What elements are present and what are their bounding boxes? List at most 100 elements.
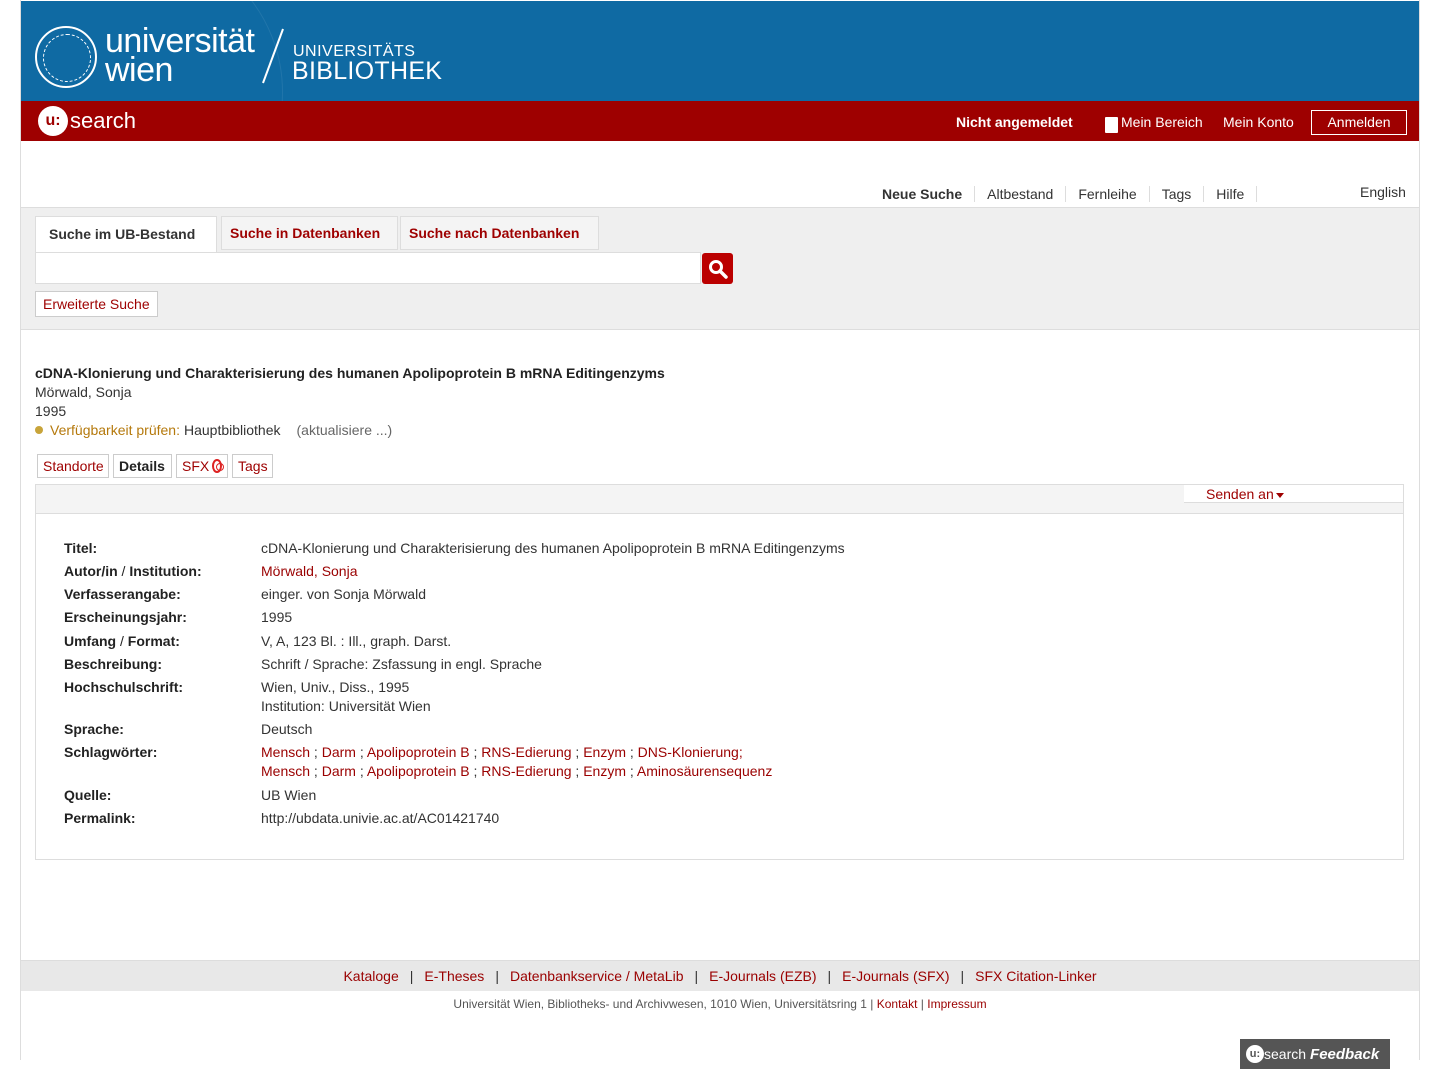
clipboard-icon: [1105, 117, 1118, 133]
footer-link-etheses[interactable]: E-Theses: [424, 968, 484, 984]
tab-sfx[interactable]: SFX: [176, 454, 228, 478]
subject-link[interactable]: Darm: [322, 744, 356, 760]
subject-link[interactable]: Mensch: [261, 744, 310, 760]
footer-separator: |: [495, 968, 499, 984]
detail-label-schlagwoerter: Schlagwörter:: [64, 744, 158, 760]
tab-tags[interactable]: Tags: [232, 454, 273, 478]
subject-separator: ;: [473, 744, 478, 760]
availability: Verfügbarkeit prüfen: Hauptbibliothek (a…: [35, 422, 392, 438]
nav-hilfe[interactable]: Hilfe: [1204, 186, 1258, 202]
subject-link[interactable]: Enzym: [583, 744, 626, 760]
availability-status-icon: [35, 426, 43, 434]
footer-separator: |: [694, 968, 699, 984]
detail-value-sprache: Deutsch: [261, 721, 313, 737]
tab-nach-datenbanken[interactable]: Suche nach Datenbanken: [400, 216, 599, 250]
detail-label-autor-b: Institution:: [129, 563, 202, 579]
subject-link[interactable]: RNS-Edierung: [481, 763, 571, 779]
detail-value-titel: cDNA-Klonierung und Charakterisierung de…: [261, 540, 845, 556]
subject-link[interactable]: Mensch: [261, 763, 310, 779]
footer-impressum-link[interactable]: Impressum: [927, 997, 986, 1011]
detail-value-jahr: 1995: [261, 609, 293, 625]
detail-value-permalink[interactable]: http://ubdata.univie.ac.at/AC01421740: [261, 810, 499, 826]
footer-separator: |: [409, 968, 414, 984]
detail-label-beschreibung: Beschreibung:: [64, 656, 163, 672]
footer-link-kataloge[interactable]: Kataloge: [343, 968, 398, 984]
footer-links: Kataloge | E-Theses | Datenbankservice / M…: [21, 960, 1419, 991]
subject-separator: ;: [313, 744, 318, 760]
advanced-search-button[interactable]: Erweiterte Suche: [35, 291, 158, 317]
feedback-search-text: search: [1264, 1046, 1307, 1062]
subject-link[interactable]: Aminosäurensequenz: [637, 763, 772, 779]
subject-link[interactable]: RNS-Edierung: [481, 744, 571, 760]
subject-link[interactable]: Apolipoprotein B: [367, 763, 470, 779]
footer-link-metalib[interactable]: Datenbankservice / MetaLib: [510, 968, 684, 984]
university-logo-text[interactable]: universität wien: [105, 24, 265, 87]
mein-konto-link[interactable]: Mein Konto: [1223, 114, 1294, 130]
tab-nach-datenbanken-label: Suche nach Datenbanken: [409, 225, 580, 241]
footer-link-ezb[interactable]: E-Journals (EZB): [709, 968, 816, 984]
availability-updating: (aktualisiere ...): [296, 422, 393, 438]
search-icon: [708, 259, 728, 279]
university-seal-icon[interactable]: [35, 26, 97, 88]
feedback-button[interactable]: u: search Feedback: [1240, 1039, 1390, 1069]
detail-label-sprache: Sprache:: [64, 721, 124, 737]
tab-standorte-label: Standorte: [43, 458, 104, 474]
anmelden-button[interactable]: Anmelden: [1311, 110, 1407, 135]
subject-separator: ;: [473, 763, 478, 779]
footer-link-citation-linker[interactable]: SFX Citation-Linker: [975, 968, 1096, 984]
footer-link-sfx[interactable]: E-Journals (SFX): [842, 968, 949, 984]
nav-fernleihe[interactable]: Fernleihe: [1066, 186, 1150, 202]
detail-value-hochschulschrift-2: Institution: Universität Wien: [261, 698, 431, 714]
footer-address-text: Universität Wien, Bibliotheks- und Archi…: [453, 997, 867, 1011]
availability-check-link[interactable]: Verfügbarkeit prüfen:: [50, 422, 180, 438]
language-switch[interactable]: English: [1360, 184, 1406, 200]
detail-value-verfasser: einger. von Sonja Mörwald: [261, 586, 426, 602]
nav-tags[interactable]: Tags: [1150, 186, 1205, 202]
subject-separator: ;: [629, 744, 634, 760]
subject-row-1: Mensch ; Darm ; Apolipoprotein B ; RNS-E…: [261, 744, 743, 760]
send-to-label: Senden an: [1206, 486, 1274, 502]
author-firstname-link[interactable]: Sonja: [322, 563, 358, 579]
nav-neue-suche[interactable]: Neue Suche: [870, 186, 976, 202]
detail-label-autor-sep: /: [117, 563, 130, 579]
usearch-logo-text: search: [70, 108, 137, 133]
top-nav: Neue Suche Altbestand Fernleihe Tags Hil…: [870, 186, 1258, 202]
search-input[interactable]: [35, 252, 701, 284]
detail-label-permalink: Permalink:: [64, 810, 136, 826]
login-status: Nicht angemeldet: [956, 114, 1073, 130]
tab-standorte[interactable]: Standorte: [37, 454, 109, 478]
detail-label-umfang: Umfang / Format:: [64, 633, 180, 649]
detail-label-quelle: Quelle:: [64, 787, 112, 803]
mein-bereich-label: Mein Bereich: [1121, 114, 1203, 130]
subject-link[interactable]: DNS-Klonierung;: [638, 744, 743, 760]
detail-label-umfang-b: Format:: [127, 633, 180, 649]
footer-address: Universität Wien, Bibliotheks- und Archi…: [21, 990, 1419, 1020]
send-to-dropdown[interactable]: Senden an: [1184, 485, 1403, 503]
footer-kontakt-link[interactable]: Kontakt: [877, 997, 918, 1011]
author-lastname-link[interactable]: Mörwald,: [261, 563, 318, 579]
library-logo-bottom[interactable]: BIBLIOTHEK: [292, 57, 442, 86]
usearch-u-icon: u:: [38, 106, 68, 136]
tab-datenbanken-label: Suche in Datenbanken: [230, 225, 381, 241]
detail-value-autor: Mörwald, Sonja: [261, 563, 358, 579]
detail-label-autor-a: Autor/in: [64, 563, 118, 579]
record-title[interactable]: cDNA-Klonierung und Charakterisierung de…: [35, 365, 665, 381]
subject-link[interactable]: Darm: [322, 763, 356, 779]
detail-label-autor: Autor/in / Institution:: [64, 563, 202, 579]
tab-tags-label: Tags: [238, 458, 268, 474]
subject-separator: ;: [313, 763, 318, 779]
tab-datenbanken[interactable]: Suche in Datenbanken: [221, 216, 398, 250]
nav-altbestand[interactable]: Altbestand: [975, 186, 1067, 202]
usearch-logo[interactable]: u: search: [38, 106, 136, 136]
feedback-label: Feedback: [1310, 1045, 1380, 1063]
footer-separator: |: [827, 968, 832, 984]
subject-link[interactable]: Enzym: [583, 763, 626, 779]
subject-link[interactable]: Apolipoprotein B: [367, 744, 470, 760]
sfx-icon: [212, 459, 224, 473]
usearch-bar: u: search Nicht angemeldet Mein Bereich …: [21, 101, 1419, 141]
mein-bereich-link[interactable]: Mein Bereich: [1105, 114, 1203, 133]
subject-separator: ;: [359, 763, 364, 779]
tab-details[interactable]: Details: [113, 454, 172, 478]
search-button[interactable]: [702, 253, 733, 284]
subject-separator: ;: [575, 763, 580, 779]
